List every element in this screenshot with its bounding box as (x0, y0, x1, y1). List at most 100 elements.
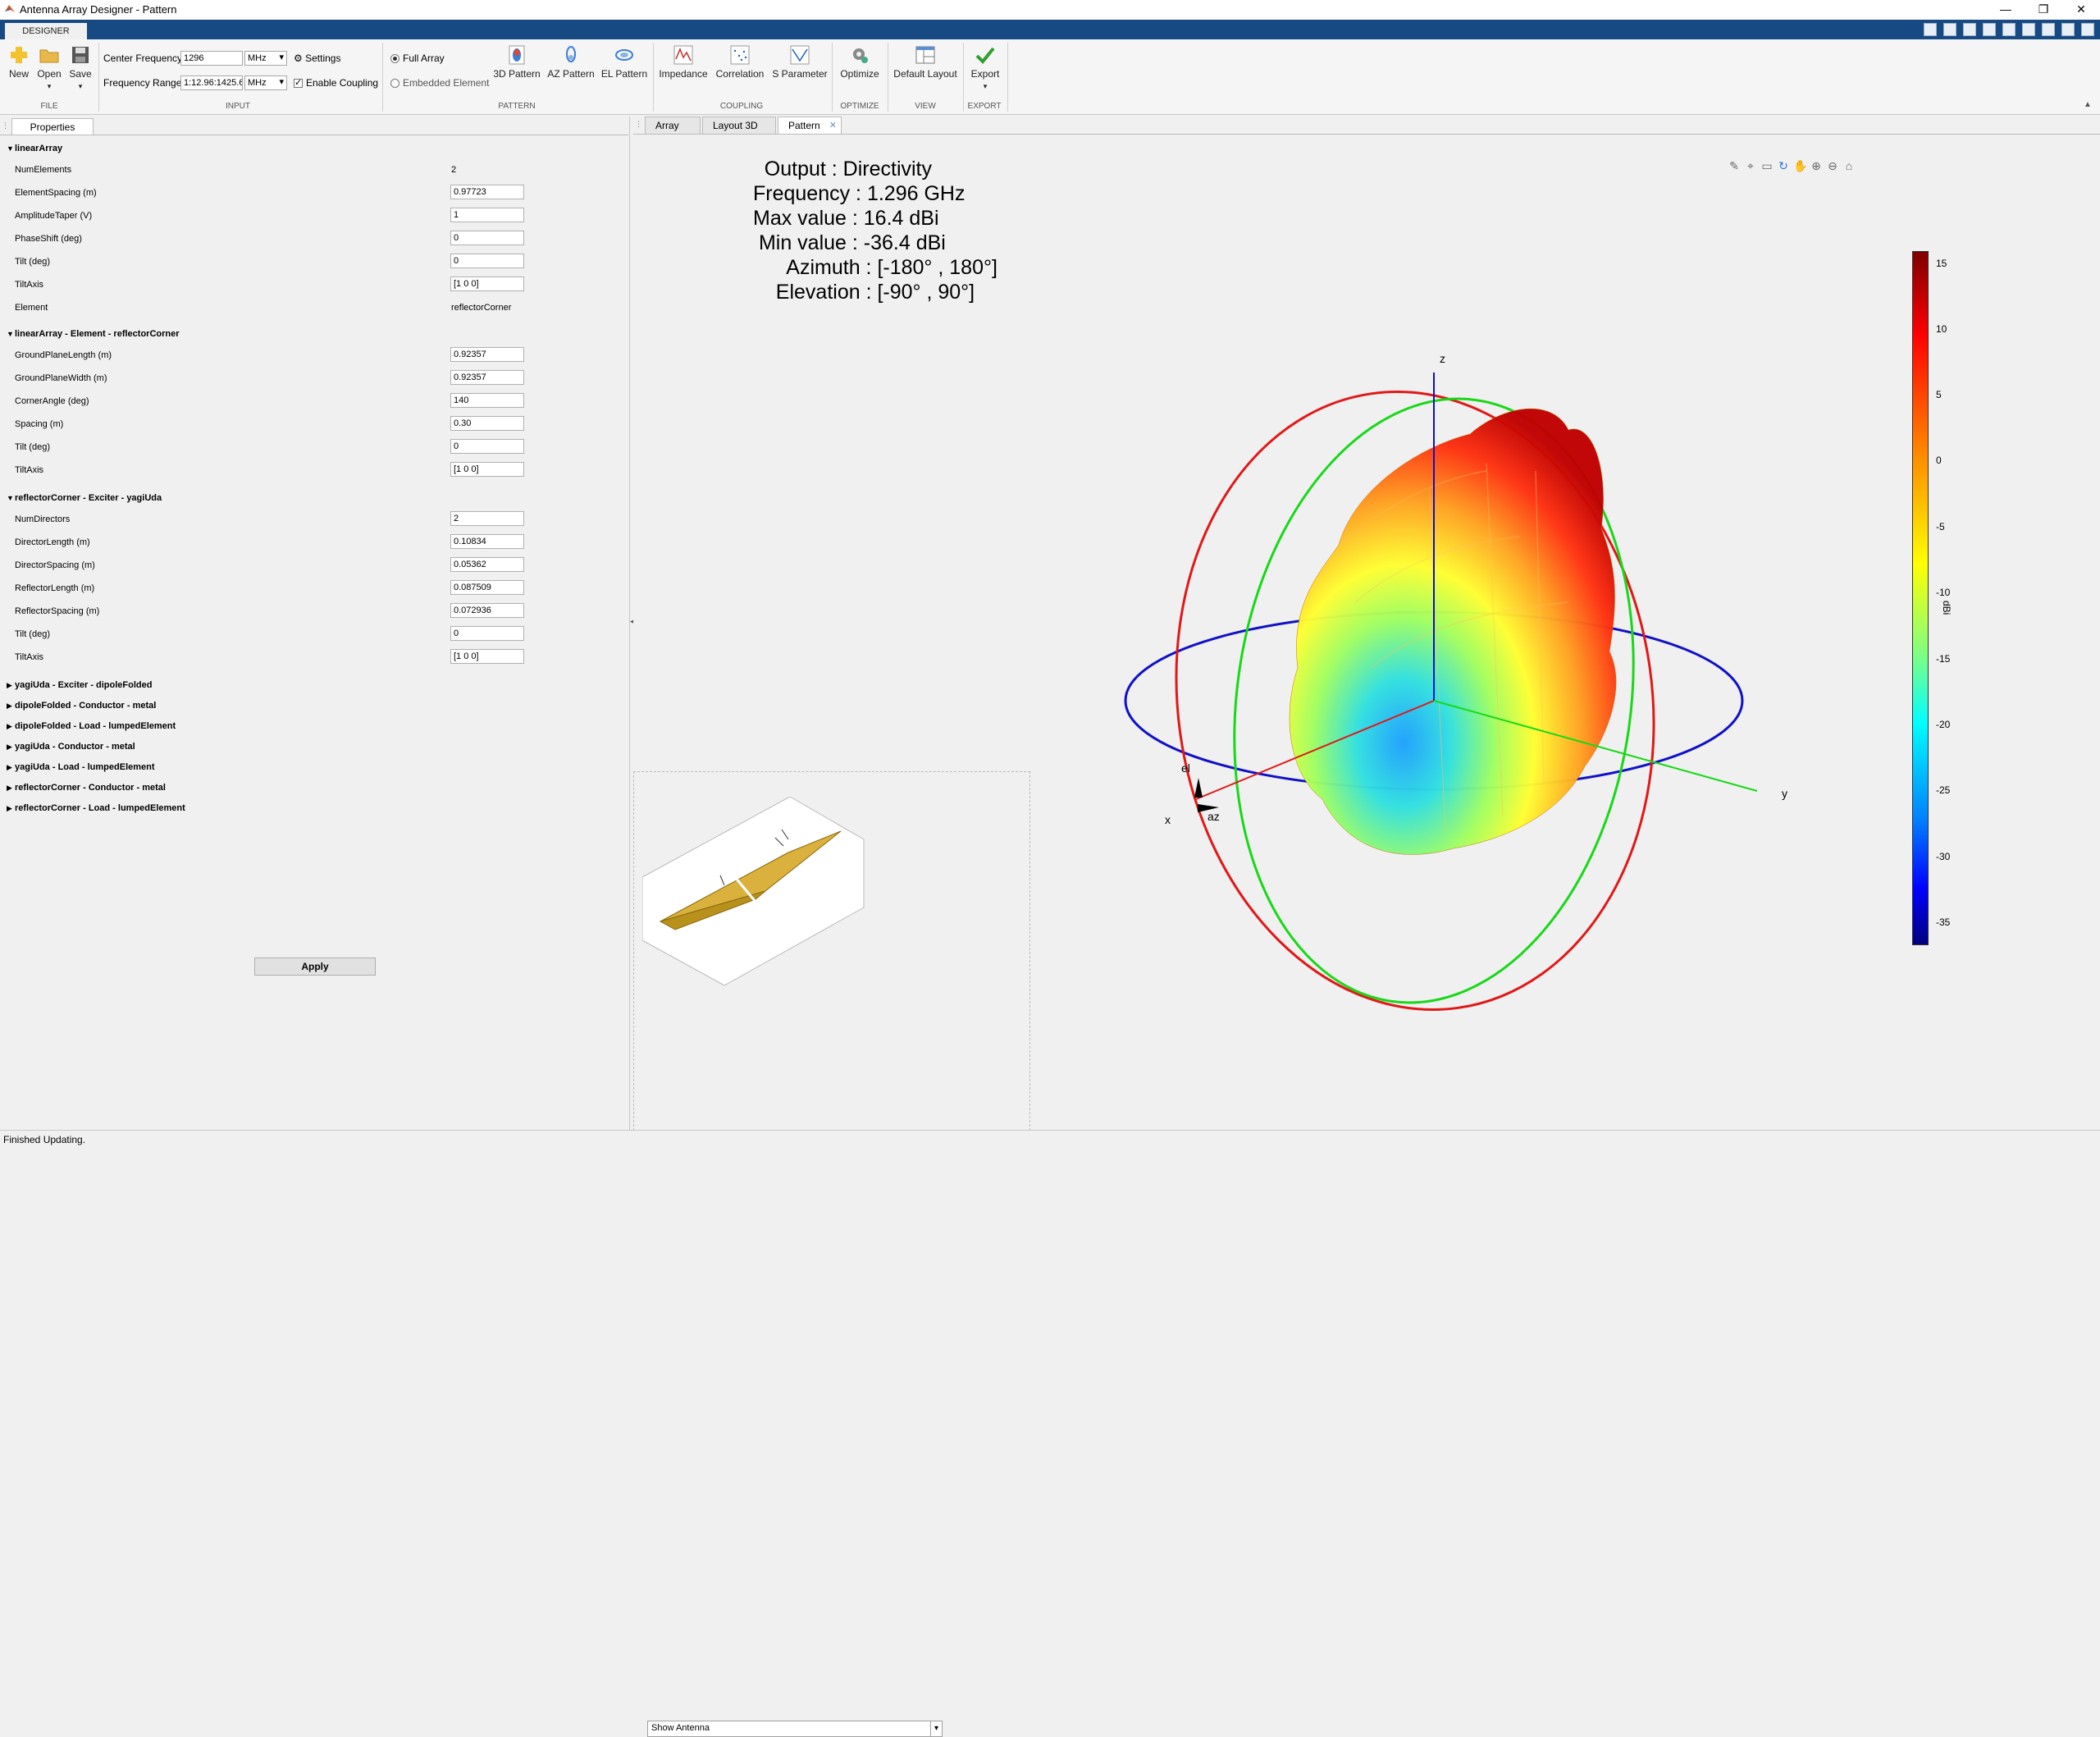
pattern-3d-plot[interactable]: z x y el az (1043, 258, 1798, 1045)
property-input[interactable]: 0 (450, 626, 524, 641)
frequency-range-input[interactable]: 1:12.96:1425.6 (180, 75, 243, 90)
data-tip-icon[interactable]: ⌖ (1744, 159, 1757, 172)
collapsed-group[interactable]: ▶ yagiUda - Conductor - metal (7, 742, 135, 752)
antenna-geometry-view[interactable] (642, 797, 880, 1002)
tab-properties[interactable]: Properties (11, 118, 94, 135)
frequency-range-label: Frequency Range (103, 77, 182, 89)
quick-save-icon[interactable] (1924, 23, 1937, 36)
status-bar: Finished Updating. (0, 1130, 2100, 1149)
settings-option[interactable]: ⚙ Settings (294, 53, 340, 64)
property-label: Tilt (deg) (15, 257, 50, 267)
enable-coupling-checkbox[interactable]: Enable Coupling (294, 77, 378, 89)
colorbar-tick: -25 (1936, 784, 1951, 796)
gear-icon: ⚙ (294, 53, 303, 64)
export-button[interactable]: Export ▾ (966, 44, 1004, 91)
expanded-triangle-icon: ▼ (7, 330, 14, 338)
insert-colorbar-icon[interactable]: ▭ (1760, 159, 1774, 172)
info-frequency: Frequency : 1.296 GHz (753, 182, 966, 205)
s-parameter-button[interactable]: S Parameter (769, 44, 830, 80)
optimize-button[interactable]: Optimize (835, 44, 884, 80)
open-button[interactable]: Open ▾ (34, 44, 64, 91)
property-input[interactable]: 0.92357 (450, 370, 524, 385)
quick-paste-icon[interactable] (1983, 23, 1996, 36)
property-input[interactable]: 0.05362 (450, 557, 524, 572)
collapsed-group[interactable]: ▶ reflectorCorner - Load - lumpedElement (7, 803, 185, 813)
tab-array[interactable]: Array (645, 117, 701, 134)
new-button[interactable]: New (5, 44, 33, 80)
quick-cut-icon[interactable] (1943, 23, 1956, 36)
collapsed-group[interactable]: ▶ reflectorCorner - Conductor - metal (7, 783, 166, 793)
apply-button[interactable]: Apply (254, 958, 376, 976)
property-input[interactable]: 2 (450, 511, 524, 526)
property-input[interactable]: 0.97723 (450, 185, 524, 199)
impedance-button[interactable]: Impedance (656, 44, 710, 80)
3d-pattern-button[interactable]: 3D Pattern (492, 44, 541, 80)
embedded-element-radio[interactable]: Embedded Element (390, 77, 489, 89)
property-input[interactable]: 0.072936 (450, 603, 524, 618)
property-input[interactable]: 1 (450, 208, 524, 222)
quick-undo-icon[interactable] (2002, 23, 2016, 36)
full-array-radio[interactable]: Full Array (390, 53, 445, 64)
optimize-gear-icon (853, 48, 868, 63)
collapsed-group[interactable]: ▶ dipoleFolded - Conductor - metal (7, 701, 156, 711)
minimize-icon[interactable]: — (1987, 0, 2025, 20)
tab-designer[interactable]: DESIGNER (5, 23, 87, 39)
quick-dock-icon[interactable] (2081, 23, 2094, 36)
group-header[interactable]: ▼linearArray - Element - reflectorCorner (7, 329, 180, 339)
quick-copy-icon[interactable] (1963, 23, 1976, 36)
save-button[interactable]: Save ▾ (66, 44, 95, 91)
zoom-in-icon[interactable]: ⊕ (1810, 159, 1823, 172)
colorbar-tick: -15 (1936, 653, 1951, 665)
correlation-button[interactable]: Correlation (712, 44, 768, 80)
property-label: DirectorLength (m) (15, 537, 90, 547)
property-input[interactable]: 0.10834 (450, 534, 524, 549)
center-frequency-input[interactable]: 1296 (180, 51, 243, 66)
panel-menu-icon[interactable]: ⋮ (2, 121, 9, 130)
property-label: ReflectorLength (m) (15, 583, 95, 593)
doc-menu-icon[interactable]: ⋮ (635, 120, 642, 129)
tab-pattern[interactable]: Pattern ✕ (778, 117, 842, 134)
close-tab-icon[interactable]: ✕ (829, 117, 837, 134)
default-layout-button[interactable]: Default Layout (891, 44, 960, 80)
group-header[interactable]: ▼linearArray (7, 144, 62, 153)
collapsed-group[interactable]: ▶ yagiUda - Load - lumpedElement (7, 762, 155, 772)
collapsed-triangle-icon: ▶ (7, 784, 12, 792)
collapsed-group[interactable]: ▶ dipoleFolded - Load - lumpedElement (7, 721, 176, 731)
close-icon[interactable]: ✕ (2062, 0, 2100, 20)
folder-icon (39, 49, 59, 63)
quick-help-icon[interactable] (2061, 23, 2075, 36)
property-input[interactable]: 0.92357 (450, 347, 524, 362)
property-input[interactable]: [1 0 0] (450, 462, 524, 477)
zoom-out-icon[interactable]: ⊖ (1826, 159, 1839, 172)
pan-hand-icon[interactable]: ✋ (1793, 159, 1807, 172)
az-pattern-button[interactable]: AZ Pattern (545, 44, 597, 80)
x-axis-label: x (1165, 813, 1171, 826)
group-header[interactable]: ▼reflectorCorner - Exciter - yagiUda (7, 493, 162, 503)
center-frequency-unit-select[interactable]: MHz (244, 51, 287, 66)
collapsed-triangle-icon: ▶ (7, 763, 12, 771)
quick-switch-icon[interactable] (2042, 23, 2055, 36)
property-input[interactable]: 0.30 (450, 416, 524, 431)
collapsed-group[interactable]: ▶ yagiUda - Exciter - dipoleFolded (7, 680, 152, 690)
property-input[interactable]: [1 0 0] (450, 649, 524, 664)
property-input[interactable]: 140 (450, 393, 524, 408)
brush-icon[interactable]: ✎ (1728, 159, 1741, 172)
show-antenna-dropdown[interactable]: Show Antenna ▾ (647, 1721, 943, 1737)
property-input[interactable]: 0 (450, 439, 524, 454)
frequency-range-unit-select[interactable]: MHz (244, 75, 287, 90)
collapse-toolstrip-icon[interactable]: ▲ (2084, 100, 2092, 109)
rotate-3d-icon[interactable]: ↻ (1777, 159, 1790, 172)
tab-layout-3d[interactable]: Layout 3D (702, 117, 776, 134)
el-pattern-button[interactable]: EL Pattern (599, 44, 650, 80)
property-input[interactable]: [1 0 0] (450, 277, 524, 291)
property-input[interactable]: 0.087509 (450, 580, 524, 595)
property-input[interactable]: 0 (450, 231, 524, 245)
property-input[interactable]: 0 (450, 254, 524, 268)
separator (653, 43, 654, 112)
y-axis-label: y (1782, 787, 1787, 800)
home-icon[interactable]: ⌂ (1842, 159, 1856, 172)
info-min-value: Min value : -36.4 dBi (753, 231, 946, 254)
new-icon (11, 47, 27, 63)
quick-redo-icon[interactable] (2022, 23, 2035, 36)
restore-icon[interactable]: ❐ (2025, 0, 2062, 20)
